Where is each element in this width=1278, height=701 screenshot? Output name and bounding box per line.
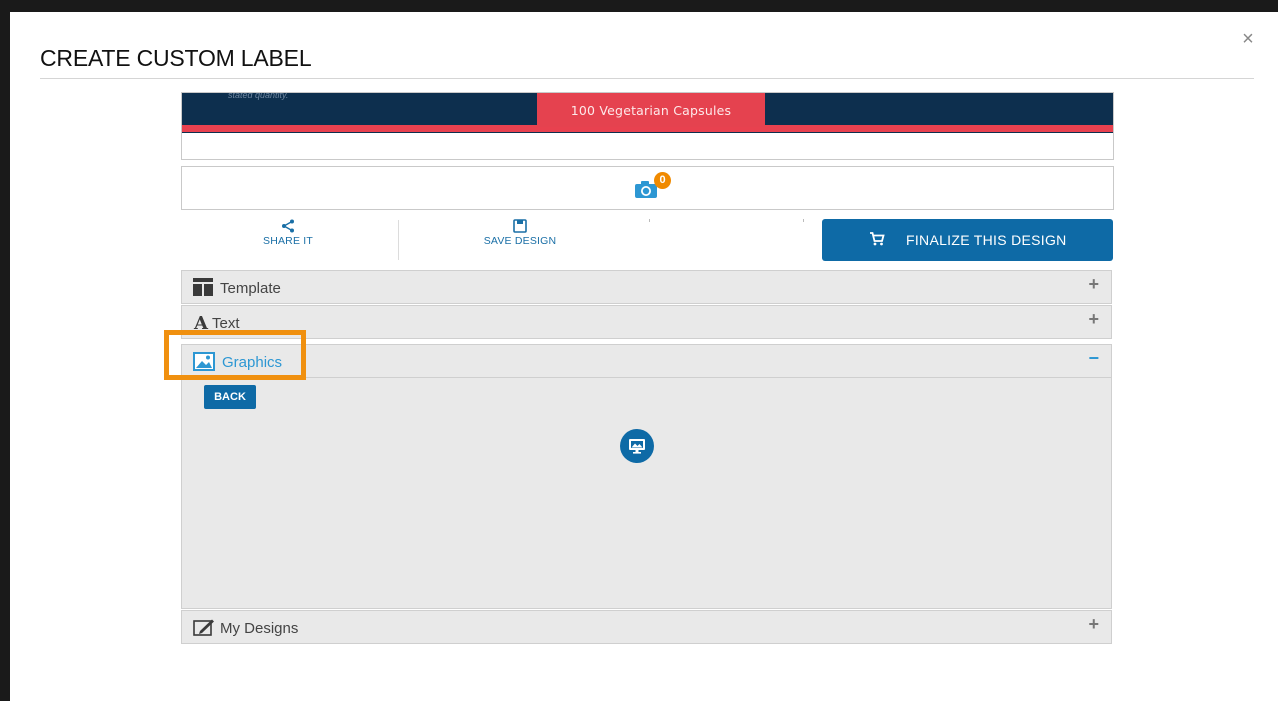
expand-icon[interactable]: + — [1088, 309, 1099, 330]
image-icon — [193, 352, 215, 371]
accordion-template[interactable]: Template + — [181, 270, 1112, 304]
action-divider — [398, 220, 399, 260]
save-icon — [513, 219, 527, 233]
separator-tick — [803, 219, 804, 222]
expand-icon[interactable]: + — [1088, 614, 1099, 635]
accordion-text[interactable]: A Text + — [181, 305, 1112, 339]
computer-icon — [629, 439, 645, 454]
backdrop-edge — [0, 0, 10, 701]
photo-bar: 0 — [181, 166, 1114, 210]
close-icon[interactable]: × — [1239, 29, 1257, 49]
accordion-my-designs[interactable]: My Designs + — [181, 610, 1112, 644]
accordion-my-designs-label: My Designs — [220, 620, 299, 637]
label-fine-print: stated quantity. — [228, 92, 289, 100]
template-icon — [193, 278, 213, 296]
separator-tick — [649, 219, 650, 222]
accordion-graphics[interactable]: Graphics − — [181, 344, 1112, 378]
title-divider — [40, 78, 1254, 79]
create-label-modal: CREATE CUSTOM LABEL × stated quantity. 1… — [10, 12, 1278, 701]
collapse-icon[interactable]: − — [1088, 348, 1099, 369]
save-design-label: SAVE DESIGN — [483, 235, 557, 247]
designs-icon — [193, 619, 214, 636]
back-button[interactable]: BACK — [204, 385, 256, 409]
share-button[interactable]: SHARE IT — [238, 219, 338, 247]
cart-icon — [870, 232, 885, 246]
expand-icon[interactable]: + — [1088, 274, 1099, 295]
modal-title: CREATE CUSTOM LABEL — [40, 45, 312, 71]
save-design-button[interactable]: SAVE DESIGN — [460, 219, 580, 247]
accordion-template-label: Template — [220, 280, 281, 297]
finalize-design-button[interactable]: FINALIZE THIS DESIGN — [822, 219, 1113, 261]
text-icon: A — [193, 313, 209, 331]
share-icon — [282, 219, 294, 233]
finalize-label: FINALIZE THIS DESIGN — [906, 232, 1067, 248]
accordion-text-label: Text — [212, 315, 240, 332]
svg-text:A: A — [193, 313, 209, 331]
label-subtitle: 100 Vegetarian Capsules — [570, 103, 732, 118]
graphics-panel: BACK — [181, 378, 1112, 609]
upload-from-computer-button[interactable] — [620, 429, 654, 463]
accordion-graphics-label: Graphics — [222, 354, 283, 371]
share-label: SHARE IT — [262, 235, 314, 247]
label-preview[interactable]: stated quantity. 100 Vegetarian Capsules — [181, 92, 1114, 160]
photo-count-badge: 0 — [654, 172, 671, 189]
